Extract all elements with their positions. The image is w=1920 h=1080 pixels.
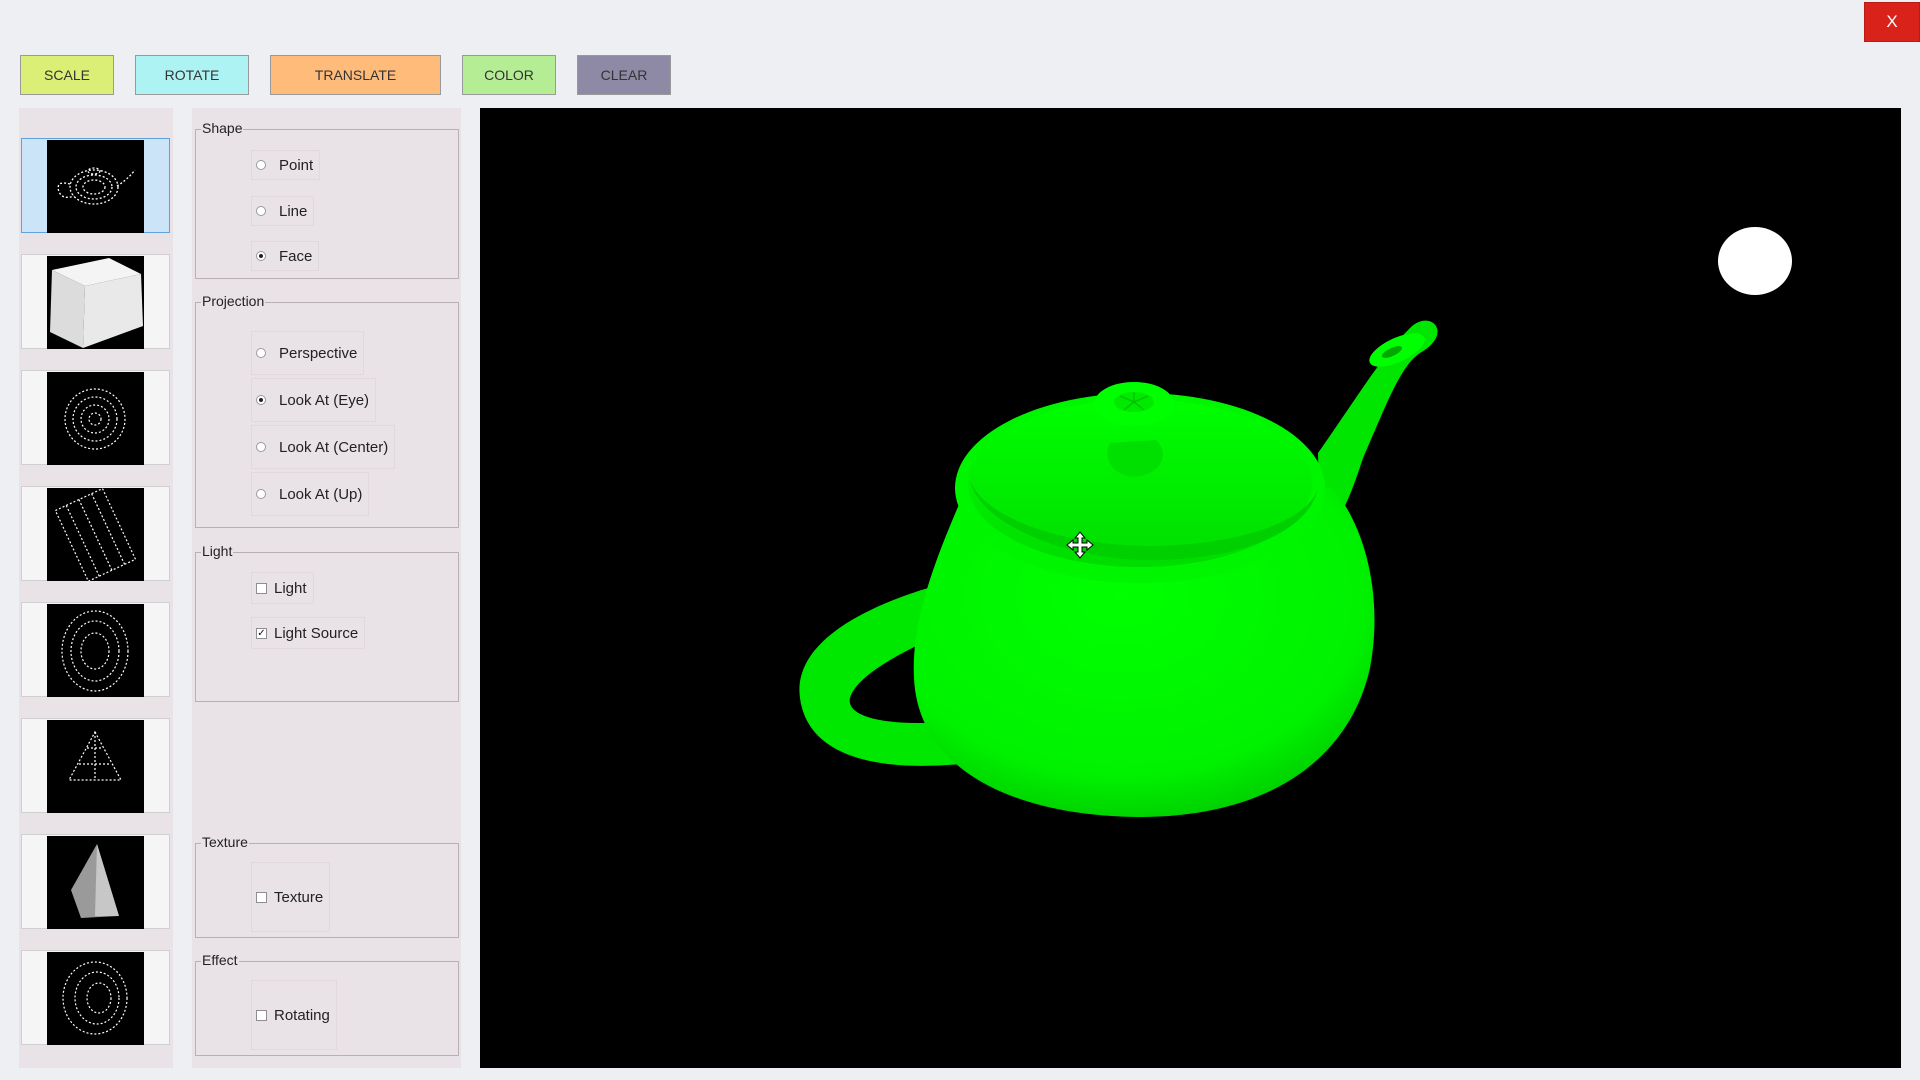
options-panel: Shape Point Line Face Projection Perspec… bbox=[192, 108, 461, 1068]
model-item-sphere[interactable] bbox=[21, 370, 170, 465]
shape-line-radio[interactable]: Line bbox=[251, 196, 315, 226]
model-item-cylinder[interactable] bbox=[21, 486, 170, 581]
shape-group: Shape Point Line Face bbox=[195, 120, 459, 279]
projection-perspective-label: Perspective bbox=[279, 344, 358, 362]
rotating-label: Rotating bbox=[274, 1006, 330, 1024]
model-item-teapot[interactable] bbox=[21, 138, 170, 233]
shape-group-title: Shape bbox=[201, 120, 244, 136]
projection-lookat-eye-label: Look At (Eye) bbox=[279, 391, 370, 409]
shape-point-label: Point bbox=[279, 156, 314, 174]
radio-indicator bbox=[256, 251, 266, 261]
close-button[interactable]: X bbox=[1864, 2, 1920, 42]
cone-points-icon bbox=[47, 720, 144, 813]
model-item-cube[interactable] bbox=[21, 254, 170, 349]
checkbox-indicator bbox=[256, 582, 267, 594]
model-item-torus[interactable] bbox=[21, 602, 170, 697]
radio-indicator bbox=[256, 489, 266, 499]
shape-face-radio[interactable]: Face bbox=[251, 241, 320, 271]
radio-indicator bbox=[256, 442, 266, 452]
radio-indicator bbox=[256, 348, 266, 358]
render-viewport[interactable] bbox=[480, 108, 1901, 1068]
color-button[interactable]: COLOR bbox=[462, 55, 556, 95]
shape-point-radio[interactable]: Point bbox=[251, 150, 321, 180]
radio-indicator bbox=[256, 395, 266, 405]
donut-points-icon bbox=[47, 952, 144, 1045]
texture-label: Texture bbox=[274, 888, 324, 906]
projection-perspective-radio[interactable]: Perspective bbox=[251, 331, 365, 375]
teapot-points-icon bbox=[47, 140, 144, 233]
projection-lookat-center-label: Look At (Center) bbox=[279, 438, 389, 456]
model-list bbox=[19, 108, 173, 1068]
effect-group-title: Effect bbox=[201, 952, 239, 968]
light-source-label: Light Source bbox=[274, 624, 359, 642]
clear-button[interactable]: CLEAR bbox=[577, 55, 671, 95]
checkbox-indicator bbox=[256, 1009, 267, 1021]
scale-button[interactable]: SCALE bbox=[20, 55, 114, 95]
shape-face-label: Face bbox=[279, 247, 313, 265]
light-source-sphere bbox=[1718, 227, 1792, 295]
model-item-pyramid[interactable] bbox=[21, 834, 170, 929]
radio-indicator bbox=[256, 160, 266, 170]
translate-button[interactable]: TRANSLATE bbox=[270, 55, 441, 95]
light-group-title: Light bbox=[201, 543, 234, 559]
light-group: Light Light ✓ Light Source bbox=[195, 543, 459, 702]
projection-lookat-center-radio[interactable]: Look At (Center) bbox=[251, 425, 396, 469]
projection-group: Projection Perspective Look At (Eye) Loo… bbox=[195, 293, 459, 528]
light-checkbox[interactable]: Light bbox=[251, 572, 314, 604]
projection-group-title: Projection bbox=[201, 293, 266, 309]
check-mark-icon: ✓ bbox=[256, 627, 267, 639]
cylinder-points-icon bbox=[47, 488, 144, 581]
radio-indicator bbox=[256, 206, 266, 216]
rotating-checkbox[interactable]: Rotating bbox=[251, 980, 337, 1050]
teapot-model bbox=[799, 320, 1438, 817]
model-item-cone[interactable] bbox=[21, 718, 170, 813]
projection-lookat-eye-radio[interactable]: Look At (Eye) bbox=[251, 378, 377, 422]
effect-group: Effect Rotating bbox=[195, 952, 459, 1056]
model-item-donut[interactable] bbox=[21, 950, 170, 1045]
pyramid-icon bbox=[47, 836, 144, 929]
projection-lookat-up-label: Look At (Up) bbox=[279, 485, 363, 503]
light-source-checkbox[interactable]: ✓ Light Source bbox=[251, 617, 366, 649]
light-label: Light bbox=[274, 579, 307, 597]
texture-group: Texture Texture bbox=[195, 834, 459, 938]
shape-line-label: Line bbox=[279, 202, 308, 220]
cube-icon bbox=[47, 256, 144, 349]
torus-points-icon bbox=[47, 604, 144, 697]
projection-lookat-up-radio[interactable]: Look At (Up) bbox=[251, 472, 370, 516]
checkbox-indicator bbox=[256, 891, 267, 903]
texture-group-title: Texture bbox=[201, 834, 249, 850]
rotate-button[interactable]: ROTATE bbox=[135, 55, 249, 95]
scene-canvas bbox=[799, 227, 1792, 817]
texture-checkbox[interactable]: Texture bbox=[251, 862, 331, 932]
sphere-points-icon bbox=[47, 372, 144, 465]
